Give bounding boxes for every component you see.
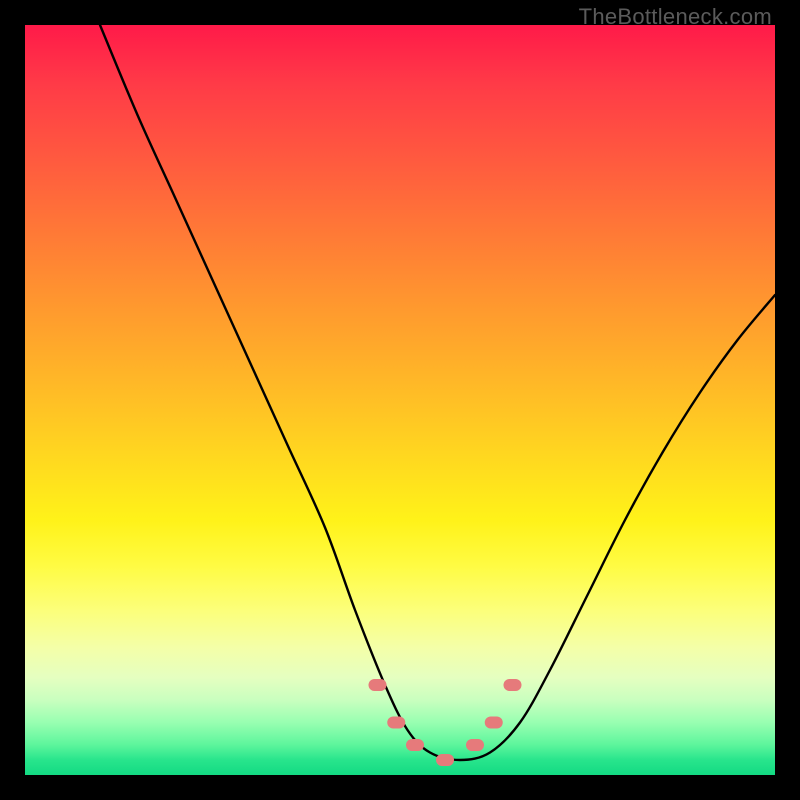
chart-svg [25,25,775,775]
attribution-text: TheBottleneck.com [579,4,772,30]
highlight-dot [406,739,424,751]
curve-layer [100,25,775,760]
chart-frame: TheBottleneck.com [0,0,800,800]
highlight-dot [436,754,454,766]
highlight-dot [369,679,387,691]
highlight-dots-layer [369,679,522,766]
highlight-dot [504,679,522,691]
highlight-dot [485,717,503,729]
highlight-dot [466,739,484,751]
bottleneck-curve-path [100,25,775,760]
highlight-dot [387,717,405,729]
